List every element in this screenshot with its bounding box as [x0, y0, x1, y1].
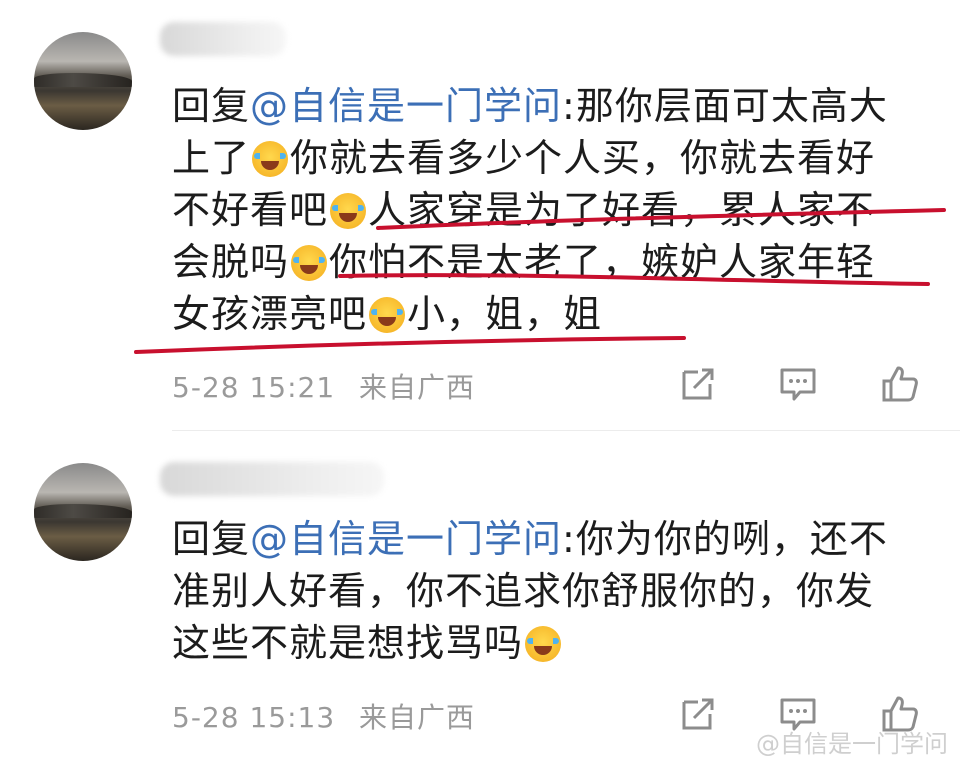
reply-prefix: 回复 — [172, 84, 251, 128]
laugh-cry-emoji-icon — [252, 141, 289, 177]
username-blurred[interactable] — [160, 462, 384, 496]
mention-link[interactable]: @自信是一门学问 — [250, 84, 562, 128]
comment-line: 回复@自信是一门学问:你为你的咧，还不 — [172, 517, 888, 561]
reply-prefix: 回复 — [172, 517, 251, 561]
laugh-cry-emoji-icon — [291, 245, 328, 281]
share-icon[interactable] — [678, 364, 718, 404]
share-icon[interactable] — [678, 694, 718, 734]
comment-line: 女孩漂亮吧 小，姐，姐 — [172, 292, 603, 336]
mention-link[interactable]: @自信是一门学问 — [250, 517, 562, 561]
comment-line: 不好看吧 人家穿是为了好看，累人家不 — [172, 188, 876, 232]
laugh-cry-emoji-icon — [330, 193, 367, 229]
comment-line: 会脱吗 你怕不是太老了，嫉妒人家年轻 — [172, 240, 876, 284]
laugh-cry-emoji-icon — [369, 297, 406, 333]
comment-line: 这些不就是想找骂吗 — [172, 617, 902, 669]
comment-actions — [0, 364, 960, 404]
comment-text: 回复@自信是一门学问:那你层面可太高大 上了 你就去看多少个人买，你就去看好 不好… — [172, 80, 902, 340]
avatar[interactable] — [34, 32, 132, 130]
avatar[interactable] — [34, 463, 132, 561]
divider — [172, 430, 960, 431]
comment-line: 上了 你就去看多少个人买，你就去看好 — [172, 136, 876, 180]
comment-line: 回复@自信是一门学问:那你层面可太高大 — [172, 84, 888, 128]
comment-text: 回复@自信是一门学问:你为你的咧，还不 准别人好看，你不追求你舒服你的，你发 这… — [172, 513, 902, 669]
username-blurred[interactable] — [160, 22, 286, 56]
comment-line: 准别人好看，你不追求你舒服你的，你发 — [172, 569, 875, 613]
watermark: @自信是一门学问 — [756, 730, 948, 758]
comment-icon[interactable] — [778, 364, 818, 404]
laugh-cry-emoji-icon — [525, 626, 562, 662]
like-icon[interactable] — [880, 364, 920, 404]
